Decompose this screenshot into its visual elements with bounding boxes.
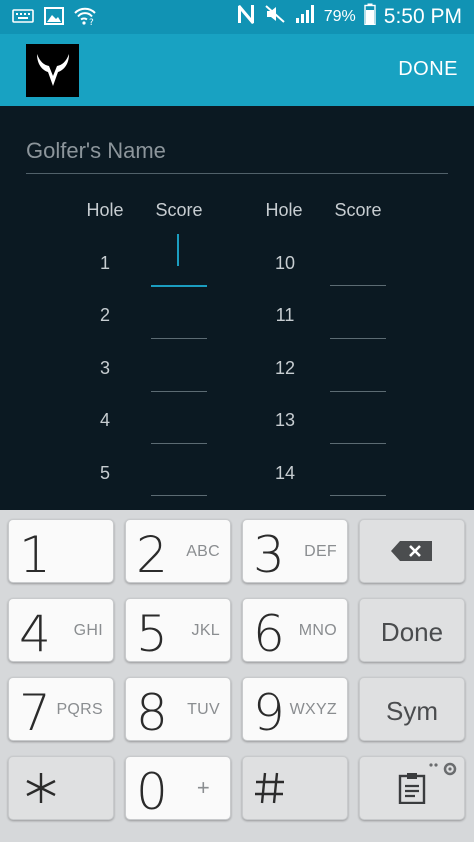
key-letters: TUV — [187, 701, 220, 718]
score-input-hole-14[interactable] — [330, 495, 386, 496]
battery-icon — [364, 3, 376, 31]
key-digit: 7 — [19, 684, 51, 742]
done-action-button[interactable]: DONE — [398, 58, 458, 81]
key-1[interactable]: 1 — [8, 519, 114, 584]
key-digit: 8 — [136, 684, 168, 742]
battery-percent: 79% — [323, 8, 356, 25]
score-input-hole-1[interactable] — [151, 285, 207, 287]
n-icon — [236, 3, 256, 31]
golfer-name-placeholder: Golfer's Name — [26, 138, 166, 163]
backspace-icon — [360, 520, 464, 582]
key-letters: + — [196, 775, 210, 800]
hole-number-13: 13 — [274, 410, 296, 430]
key-letters: ABC — [186, 543, 220, 560]
hole-number-11: 11 — [275, 305, 295, 325]
key-digit: 1 — [19, 526, 51, 584]
key-digit: 9 — [253, 684, 285, 742]
key-digit: 3 — [253, 526, 285, 584]
hole-number-1: 1 — [99, 253, 110, 273]
key-letters: DEF — [304, 543, 337, 560]
key-6[interactable]: 6 MNO — [242, 598, 348, 663]
text-cursor — [177, 234, 179, 266]
numeric-keypad: 1 2 ABC 3 DEF 4 GHI 5 JKL 6 MNO Done 7 P… — [0, 510, 474, 842]
svg-text:?: ? — [89, 18, 94, 25]
image-icon — [44, 7, 64, 30]
key-digit: 5 — [136, 605, 168, 663]
key-9[interactable]: 9 WXYZ — [242, 677, 348, 742]
score-input-hole-10[interactable] — [330, 285, 386, 286]
done-key[interactable]: Done — [359, 598, 465, 662]
key-letters: PQRS — [56, 701, 103, 718]
clock: 5:50 PM — [383, 5, 462, 28]
signal-icon — [294, 4, 316, 30]
key-2[interactable]: 2 ABC — [125, 519, 231, 584]
wifi-question-icon: ? — [74, 7, 96, 30]
key-letters: MNO — [298, 622, 337, 639]
key-7[interactable]: 7 PQRS — [8, 677, 114, 742]
key-letters: GHI — [73, 622, 103, 639]
key-digit: 4 — [19, 605, 51, 663]
hole-number-3: 3 — [99, 358, 110, 378]
clipboard-key[interactable] — [359, 756, 465, 820]
key-digit: 6 — [253, 605, 285, 663]
status-bar-left: ? — [12, 7, 96, 30]
key-digit: 2 — [136, 526, 168, 584]
key-4[interactable]: 4 GHI — [8, 598, 114, 663]
score-input-hole-2[interactable] — [151, 338, 207, 339]
hash-key[interactable] — [242, 756, 348, 820]
score-input-hole-11[interactable] — [330, 338, 386, 339]
scorecard-form: Golfer's Name Hole Score Hole Score 1 2 … — [0, 106, 474, 510]
sym-key[interactable]: Sym — [359, 677, 465, 741]
done-key-label: Done — [380, 617, 444, 647]
key-digit: 0 — [136, 763, 168, 821]
hole-number-5: 5 — [99, 463, 110, 483]
left-score-header: Score — [155, 200, 203, 220]
status-bar: ? 79% 5:50 PM — [0, 0, 474, 34]
sym-key-label: Sym — [386, 696, 438, 726]
backspace-key[interactable] — [359, 519, 465, 583]
horned-logo-icon[interactable] — [26, 44, 79, 97]
key-3[interactable]: 3 DEF — [242, 519, 348, 584]
hole-number-4: 4 — [99, 410, 110, 430]
hole-number-10: 10 — [274, 253, 296, 273]
key-letters: JKL — [191, 622, 220, 639]
hole-number-2: 2 — [99, 305, 110, 325]
key-8[interactable]: 8 TUV — [125, 677, 231, 742]
hole-number-12: 12 — [274, 358, 296, 378]
app-bar: DONE — [0, 34, 474, 106]
asterisk-key[interactable] — [8, 756, 114, 820]
keyboard-icon — [12, 9, 34, 28]
hash-icon — [243, 757, 347, 819]
score-input-hole-5[interactable] — [151, 495, 207, 496]
mute-icon — [264, 4, 286, 30]
key-letters: WXYZ — [289, 701, 337, 718]
right-score-header: Score — [334, 200, 382, 220]
status-bar-right: 79% 5:50 PM — [236, 3, 462, 31]
settings-gear-icon — [428, 761, 458, 782]
asterisk-icon — [9, 757, 113, 819]
score-input-hole-3[interactable] — [151, 391, 207, 392]
golfer-name-input[interactable]: Golfer's Name — [26, 134, 448, 174]
score-input-hole-4[interactable] — [151, 443, 207, 444]
hole-number-14: 14 — [274, 463, 296, 483]
score-input-hole-13[interactable] — [330, 443, 386, 444]
key-0[interactable]: 0 + — [125, 756, 231, 821]
score-input-hole-12[interactable] — [330, 391, 386, 392]
key-5[interactable]: 5 JKL — [125, 598, 231, 663]
